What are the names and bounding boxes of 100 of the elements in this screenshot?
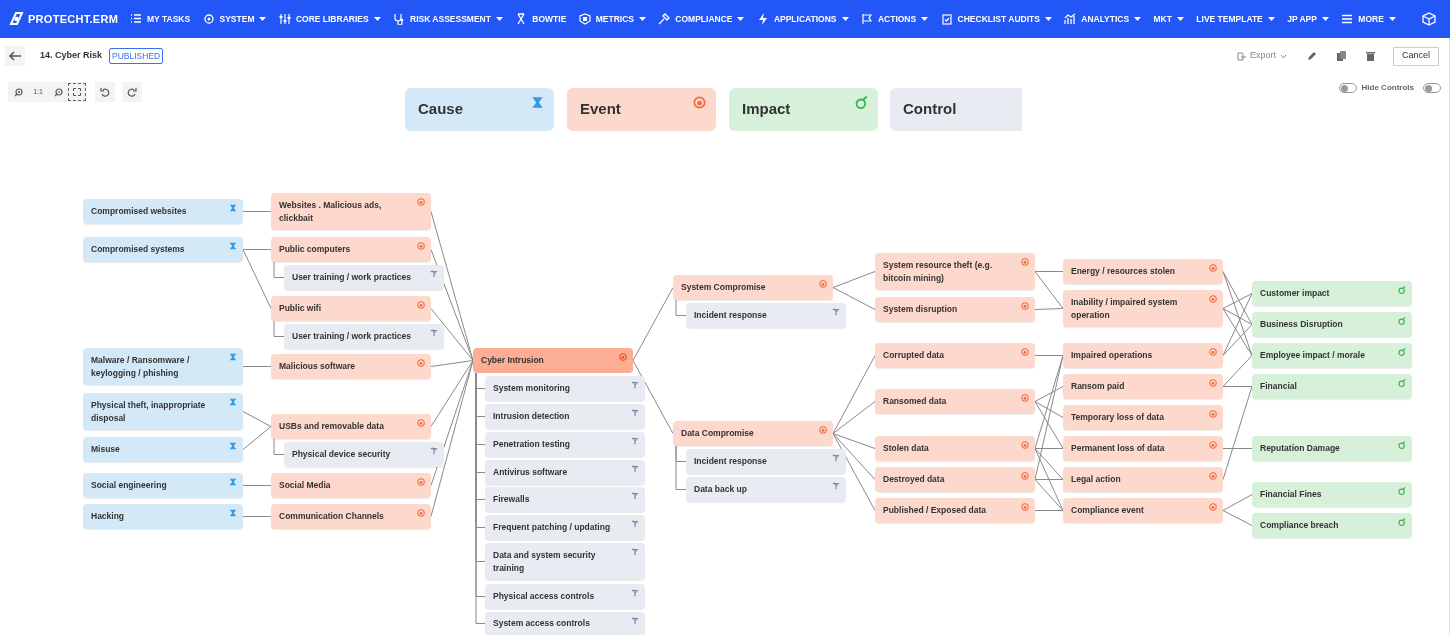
event-node[interactable]: Data Compromise bbox=[673, 421, 833, 446]
cause-node[interactable]: Social engineering bbox=[83, 473, 243, 498]
control-node[interactable]: Data back up bbox=[686, 477, 846, 502]
impact-node[interactable]: Employee impact / morale bbox=[1252, 343, 1412, 368]
event-node[interactable]: System disruption bbox=[875, 297, 1035, 322]
impact-node[interactable]: Customer impact bbox=[1252, 281, 1412, 306]
event-node[interactable]: Social Media bbox=[271, 473, 431, 498]
nav-menu-item[interactable]: BOWTIE bbox=[515, 12, 567, 26]
event-node[interactable]: Impaired operations bbox=[1063, 343, 1223, 368]
chevron-down-icon bbox=[1280, 53, 1287, 59]
event-node[interactable]: Temporary loss of data bbox=[1063, 405, 1223, 430]
nav-menu-item[interactable]: MY TASKS bbox=[130, 12, 191, 26]
node-label: Malicious software bbox=[279, 360, 356, 373]
control-node[interactable]: User training / work practices bbox=[284, 324, 444, 349]
event-node[interactable]: System resource theft (e.g. bitcoin mining) bbox=[875, 253, 1035, 290]
nav-menu-item[interactable]: MORE bbox=[1341, 12, 1396, 26]
event-node[interactable]: Published / Exposed data bbox=[875, 498, 1035, 523]
lightning-icon bbox=[756, 13, 769, 25]
hourglass-icon bbox=[229, 509, 237, 517]
event-node[interactable]: Public computers bbox=[271, 237, 431, 262]
event-node[interactable]: Stolen data bbox=[875, 436, 1035, 461]
toggle-label: Hide Controls bbox=[1361, 82, 1414, 94]
control-node[interactable]: Penetration testing bbox=[485, 432, 645, 457]
cube-icon[interactable] bbox=[1422, 12, 1436, 26]
control-node[interactable]: Intrusion detection bbox=[485, 404, 645, 429]
cause-node[interactable]: Malware / Ransomware / keylogging / phishing bbox=[83, 348, 243, 385]
nav-menu-item[interactable]: CORE LIBRARIES bbox=[278, 12, 381, 26]
control-node[interactable]: Data and system security training bbox=[485, 543, 645, 580]
nav-menu-item[interactable]: LIVE TEMPLATE bbox=[1196, 12, 1275, 26]
gear-icon bbox=[202, 13, 215, 25]
nav-menu-item[interactable]: ACTIONS bbox=[860, 12, 929, 26]
nav-menu-item[interactable]: RISK ASSESSMENT bbox=[393, 12, 503, 26]
control-node[interactable]: Physical access controls bbox=[485, 584, 645, 609]
export-button[interactable]: Export bbox=[1236, 49, 1287, 63]
impact-node[interactable]: Reputation Damage bbox=[1252, 436, 1412, 461]
cancel-button[interactable]: Cancel bbox=[1393, 46, 1439, 66]
top-event-node[interactable]: Cyber Intrusion bbox=[473, 348, 633, 373]
control-node[interactable]: User training / work practices bbox=[284, 265, 444, 290]
event-node[interactable]: Ransom paid bbox=[1063, 374, 1223, 399]
cause-node[interactable]: Compromised websites bbox=[83, 199, 243, 224]
control-node[interactable]: Incident response bbox=[686, 449, 846, 474]
nav-menu-item[interactable]: SYSTEM bbox=[202, 12, 267, 26]
event-node[interactable]: Energy / resources stolen bbox=[1063, 259, 1223, 284]
event-node[interactable]: Legal action bbox=[1063, 467, 1223, 492]
sliders-icon bbox=[278, 13, 291, 25]
nav-menu-item[interactable]: ANALYTICS bbox=[1064, 12, 1142, 26]
caret-down-icon bbox=[1176, 17, 1184, 21]
event-node[interactable]: Communication Channels bbox=[271, 504, 431, 529]
nav-menu-item[interactable]: COMPLIANCE bbox=[658, 12, 745, 26]
nav-menu-item[interactable]: METRICS bbox=[578, 12, 646, 26]
caret-down-icon bbox=[638, 17, 646, 21]
control-node[interactable]: Physical device security bbox=[284, 442, 444, 467]
fit-button[interactable] bbox=[68, 83, 86, 101]
impact-node[interactable]: Financial Fines bbox=[1252, 482, 1412, 507]
impact-node[interactable]: Business Disruption bbox=[1252, 312, 1412, 337]
node-label: Energy / resources stolen bbox=[1071, 265, 1175, 278]
connector-line bbox=[273, 320, 285, 337]
control-node[interactable]: Antivirus software bbox=[485, 460, 645, 485]
control-node[interactable]: Frequent patching / updating bbox=[485, 515, 645, 540]
connector-line bbox=[242, 366, 272, 367]
pencil-icon[interactable] bbox=[1307, 51, 1317, 61]
back-button[interactable] bbox=[5, 46, 25, 66]
cause-node[interactable]: Misuse bbox=[83, 437, 243, 462]
cause-node[interactable]: Hacking bbox=[83, 504, 243, 529]
node-label: Websites . Malicious ads, clickbait bbox=[279, 198, 383, 225]
event-node[interactable]: Ransomed data bbox=[875, 389, 1035, 414]
event-node[interactable]: System Compromise bbox=[673, 275, 833, 300]
cause-node[interactable]: Physical theft, inappropriate disposal bbox=[83, 393, 243, 430]
event-node[interactable]: Destroyed data bbox=[875, 467, 1035, 492]
caret-down-icon bbox=[1044, 17, 1052, 21]
hourglass-icon bbox=[229, 442, 237, 450]
control-node[interactable]: System access controls bbox=[485, 612, 645, 635]
event-node[interactable]: Corrupted data bbox=[875, 343, 1035, 368]
nav-menu-item[interactable]: CHECKLIST AUDITS bbox=[940, 12, 1052, 26]
event-node[interactable]: USBs and removable data bbox=[271, 414, 431, 439]
control-node[interactable]: System monitoring bbox=[485, 376, 645, 401]
impact-node[interactable]: Financial bbox=[1252, 374, 1412, 399]
cause-node[interactable]: Compromised systems bbox=[83, 237, 243, 262]
toggle-switch[interactable] bbox=[1423, 83, 1441, 93]
control-node[interactable]: Incident response bbox=[686, 303, 846, 328]
event-node[interactable]: Malicious software bbox=[271, 354, 431, 379]
nav-menu-item[interactable]: APPLICATIONS bbox=[756, 12, 849, 26]
nav-menu-item[interactable]: JP APP bbox=[1287, 12, 1329, 26]
redo-button[interactable] bbox=[122, 82, 142, 102]
event-node[interactable]: Public wifi bbox=[271, 296, 431, 321]
event-node[interactable]: Inability / impaired system operation bbox=[1063, 290, 1223, 327]
impact-node[interactable]: Compliance breach bbox=[1252, 513, 1412, 538]
event-node[interactable]: Compliance event bbox=[1063, 498, 1223, 523]
event-node[interactable]: Permanent loss of data bbox=[1063, 436, 1223, 461]
undo-button[interactable] bbox=[95, 82, 115, 102]
connector-line bbox=[1222, 494, 1253, 511]
control-node[interactable]: Firewalls bbox=[485, 487, 645, 512]
trash-icon[interactable] bbox=[1366, 51, 1375, 61]
toggle-switch[interactable] bbox=[1338, 83, 1357, 93]
node-label: Public computers bbox=[279, 243, 351, 256]
connector-line bbox=[242, 485, 272, 486]
node-label: Customer impact bbox=[1260, 287, 1330, 300]
nav-menu-item[interactable]: MKT bbox=[1153, 12, 1184, 26]
event-node[interactable]: Websites . Malicious ads, clickbait bbox=[271, 193, 431, 230]
copy-icon[interactable] bbox=[1337, 51, 1346, 61]
